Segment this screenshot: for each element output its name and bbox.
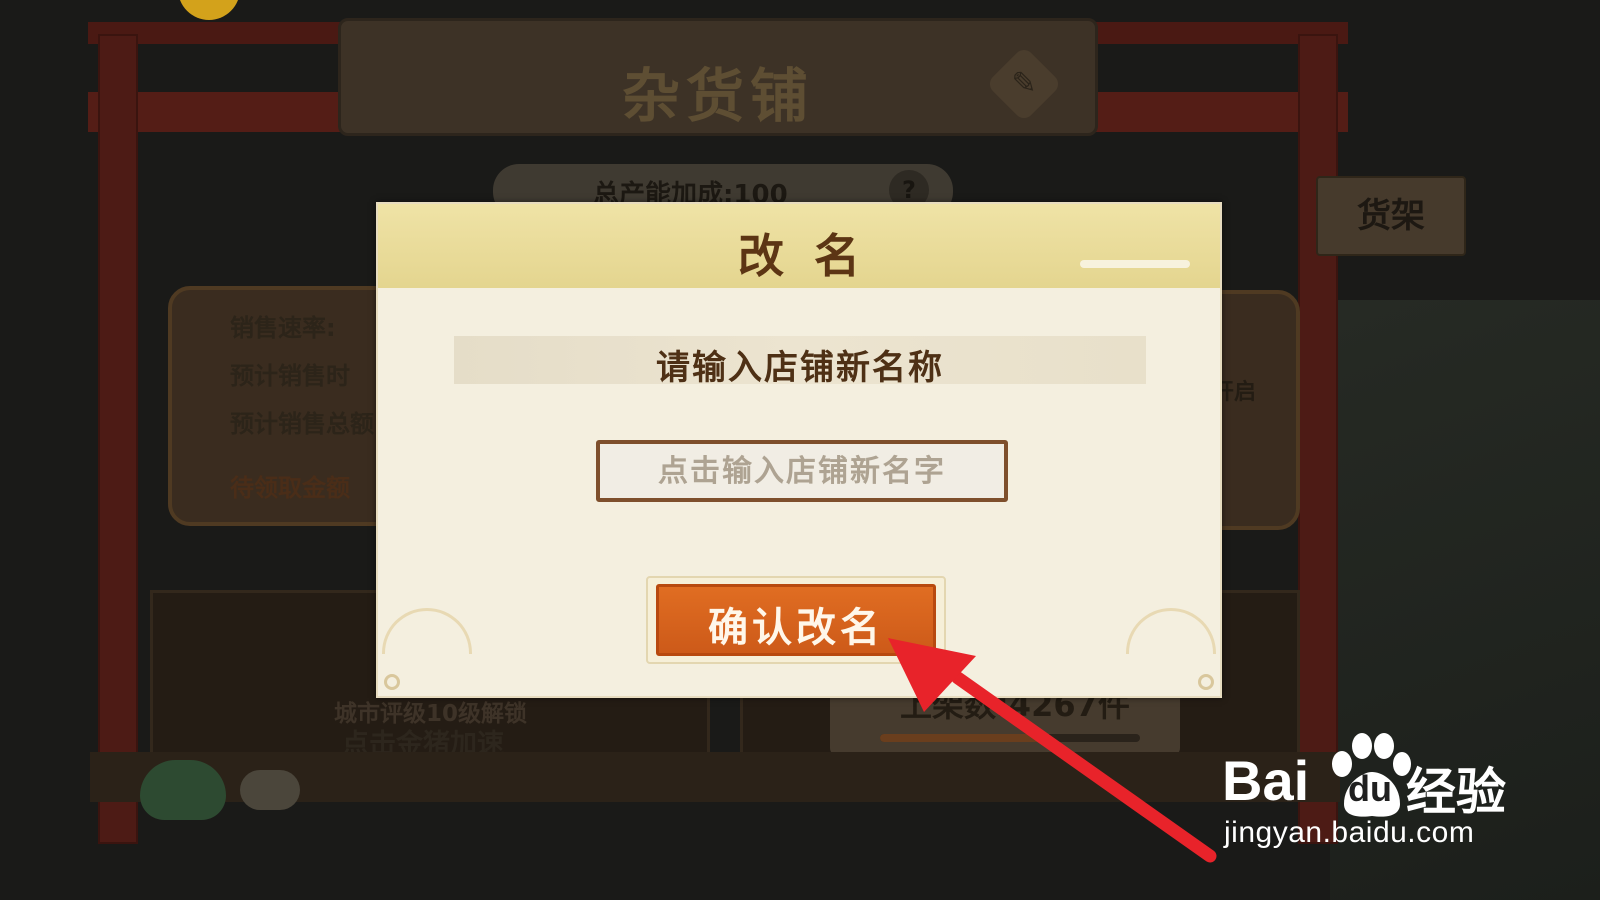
watermark-bai: Bai bbox=[1222, 749, 1310, 812]
prompt-bar: 请输入店铺新名称 bbox=[454, 336, 1146, 388]
arrow-shaft bbox=[951, 671, 1217, 863]
rename-dialog: 改名 请输入店铺新名称 确认改名 bbox=[376, 202, 1222, 698]
red-arrow-annotation bbox=[888, 638, 1217, 863]
est-sales-time-label: 预计销售时 bbox=[230, 362, 350, 390]
right-pillar bbox=[1298, 34, 1338, 844]
shelf-tab[interactable]: 货架 bbox=[1316, 176, 1466, 256]
dialog-title: 改名 bbox=[738, 229, 890, 283]
shelf-tab-label: 货架 bbox=[1357, 196, 1425, 236]
corner-ornament-left bbox=[384, 674, 400, 690]
watermark-url: jingyan.baidu.com bbox=[1224, 816, 1475, 849]
shop-title: 杂货铺 bbox=[621, 62, 814, 130]
dialog-header: 改名 bbox=[378, 204, 1220, 288]
shop-name-input[interactable] bbox=[596, 440, 1008, 502]
coin-stack-icon bbox=[240, 770, 300, 810]
left-pillar bbox=[98, 34, 138, 844]
sales-stats-panel: 销售速率: 预计销售时 预计销售总额 待领取金额 bbox=[168, 286, 398, 526]
watermark-jingyan: 经验 bbox=[1406, 763, 1506, 821]
money-bag-icon[interactable] bbox=[140, 760, 226, 820]
est-sales-total-label: 预计销售总额 bbox=[230, 410, 374, 438]
shop-sign: 杂货铺 ✎ bbox=[338, 18, 1098, 136]
watermark-du: du bbox=[1348, 768, 1392, 809]
baidu-watermark: Bai du 经验 jingyan.baidu.com bbox=[1222, 726, 1522, 856]
pending-amount-label: 待领取金额 bbox=[230, 474, 350, 502]
sales-rate-label: 销售速率: bbox=[230, 314, 336, 342]
cloud-ornament-left bbox=[382, 608, 472, 654]
pencil-icon: ✎ bbox=[1011, 66, 1037, 101]
rename-prompt: 请输入店铺新名称 bbox=[656, 348, 944, 388]
edit-name-button[interactable]: ✎ bbox=[985, 45, 1063, 123]
